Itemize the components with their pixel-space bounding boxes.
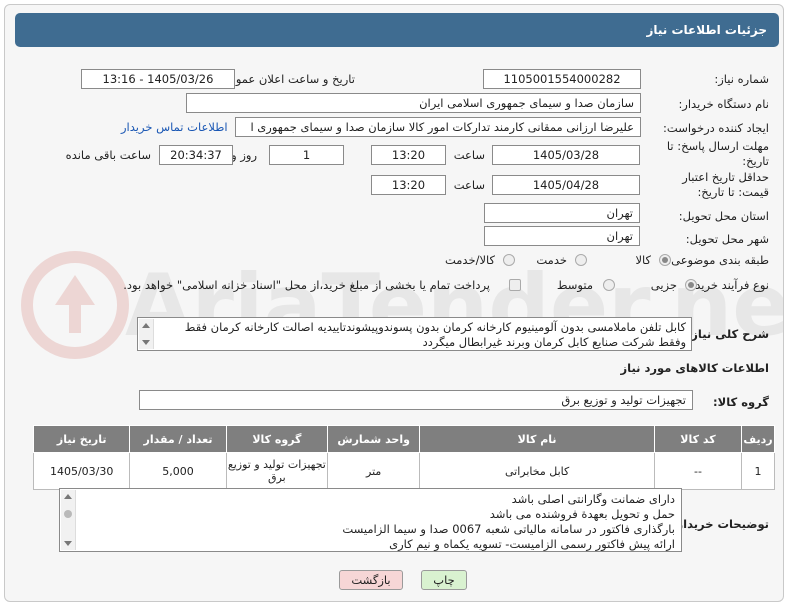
general-desc-textarea[interactable]: کابل تلفن ماملامسی بدون آلومینیوم کارخان…	[137, 317, 692, 351]
price-time-label: ساعت	[453, 178, 485, 192]
page-title: جزئیات اطلاعات نیاز	[15, 13, 779, 47]
reply-deadline-label: مهلت ارسال پاسخ: تا تاریخ:	[666, 139, 769, 168]
cell-quantity: 5,000	[129, 452, 227, 490]
cell-row: 1	[741, 452, 775, 490]
cell-name: کابل مخابراتی	[419, 452, 655, 490]
category-goods-radio[interactable]	[659, 254, 671, 266]
city-label: شهر محل تحویل:	[685, 232, 769, 246]
cell-code: --	[653, 452, 743, 490]
details-panel: AriaTender.net جزئیات اطلاعات نیاز شماره…	[4, 4, 784, 602]
buyer-org-field: سازمان صدا و سیمای جمهوری اسلامی ایران	[186, 93, 641, 113]
table-row: 1 -- کابل مخابراتی متر تجهیزات تولید و ت…	[32, 452, 775, 490]
col-need-date: تاریخ نیاز	[32, 425, 131, 453]
need-number-label: شماره نیاز:	[714, 72, 769, 86]
goods-group-label: گروه کالا:	[713, 395, 769, 409]
announce-datetime-label: تاریخ و ساعت اعلان عمومی:	[216, 72, 355, 86]
province-label: استان محل تحویل:	[678, 209, 769, 223]
back-button[interactable]: بازگشت	[339, 570, 403, 590]
scroll-thumb[interactable]	[64, 510, 72, 518]
buyer-note-line: بارگذاری فاکتور در سامانه مالیاتی شعبه 0…	[342, 522, 675, 536]
reply-time-label: ساعت	[453, 148, 485, 162]
city-field: تهران	[484, 226, 640, 246]
province-field: تهران	[484, 203, 640, 223]
col-quantity: تعداد / مقدار	[129, 425, 227, 453]
category-service-label: خدمت	[536, 253, 567, 267]
cell-need-date: 1405/03/30	[32, 452, 131, 490]
scroll-down-icon[interactable]	[64, 541, 72, 546]
goods-info-heading: اطلاعات کالاهای مورد نیاز	[620, 361, 769, 375]
buyer-note-line: دارای ضمانت وگارانتی اصلی باشد	[511, 492, 675, 506]
category-service-radio[interactable]	[575, 254, 587, 266]
reply-days-field: 1	[269, 145, 344, 165]
announce-datetime-field: 1405/03/26 - 13:16	[81, 69, 235, 89]
process-partial-radio[interactable]	[685, 279, 697, 291]
creator-field: علیرضا ارزانی ممقانی کارمند تدارکات امور…	[235, 117, 641, 137]
price-validity-date: 1405/04/28	[492, 175, 640, 195]
col-unit: واحد شمارش	[327, 425, 421, 453]
scroll-up-icon[interactable]	[142, 323, 150, 328]
buyer-notes-textarea[interactable]: دارای ضمانت وگارانتی اصلی باشد حمل و تحو…	[59, 488, 682, 552]
price-validity-time: 13:20	[371, 175, 446, 195]
buyer-note-line: حمل و تحویل بعهدة فروشنده می باشد	[489, 507, 675, 521]
day-and-label: روز و	[231, 148, 257, 162]
col-code: کد کالا	[653, 425, 743, 453]
table-header-row: ردیف کد کالا نام کالا واحد شمارش گروه کا…	[32, 425, 775, 453]
general-desc-text: کابل تلفن ماملامسی بدون آلومینیوم کارخان…	[184, 320, 686, 349]
need-number-field: 1105001554000282	[483, 69, 641, 89]
process-type-label: نوع فرآیند خرید :	[687, 278, 769, 292]
time-remaining-field: 20:34:37	[159, 145, 233, 165]
category-label: طبقه بندی موضوعی:	[667, 253, 769, 267]
time-remaining-label: ساعت باقی مانده	[65, 148, 151, 162]
process-partial-label: جزیی	[650, 278, 677, 292]
treasury-payment-checkbox[interactable]	[509, 279, 521, 291]
cell-unit: متر	[327, 452, 421, 490]
scroll-down-icon[interactable]	[142, 340, 150, 345]
buyer-notes-label: توضیحات خریدار:	[671, 517, 769, 531]
general-desc-scrollbar[interactable]	[139, 319, 154, 349]
goods-group-field: تجهیزات تولید و توزیع برق	[139, 390, 693, 410]
category-goods-service-radio[interactable]	[503, 254, 515, 266]
reply-deadline-date: 1405/03/28	[492, 145, 640, 165]
creator-label: ایجاد کننده درخواست:	[663, 121, 769, 135]
col-group: گروه کالا	[225, 425, 329, 453]
goods-table: ردیف کد کالا نام کالا واحد شمارش گروه کا…	[32, 425, 775, 490]
cell-group: تجهیزات تولید و توزیع برق	[225, 452, 329, 490]
buyer-contact-link[interactable]: اطلاعات تماس خریدار	[121, 120, 228, 134]
reply-deadline-time: 13:20	[371, 145, 446, 165]
buyer-notes-scrollbar[interactable]	[61, 490, 76, 550]
buyer-note-line: ارائه پیش فاکتور رسمی الزامیست- تسویه یک…	[389, 537, 675, 551]
col-name: نام کالا	[419, 425, 655, 453]
category-goods-label: کالا	[635, 253, 651, 267]
process-medium-label: متوسط	[556, 278, 593, 292]
process-medium-radio[interactable]	[603, 279, 615, 291]
general-desc-label: شرح کلی نیاز:	[686, 327, 769, 341]
scroll-up-icon[interactable]	[64, 494, 72, 499]
buyer-org-label: نام دستگاه خریدار:	[678, 97, 769, 111]
price-validity-label: حداقل تاریخ اعتبار قیمت: تا تاریخ:	[682, 170, 769, 199]
col-row: ردیف	[741, 425, 775, 453]
category-goods-service-label: کالا/خدمت	[444, 253, 495, 267]
treasury-payment-note: پرداخت تمام یا بخشی از مبلغ خرید،از محل …	[123, 278, 490, 292]
print-button[interactable]: چاپ	[421, 570, 467, 590]
